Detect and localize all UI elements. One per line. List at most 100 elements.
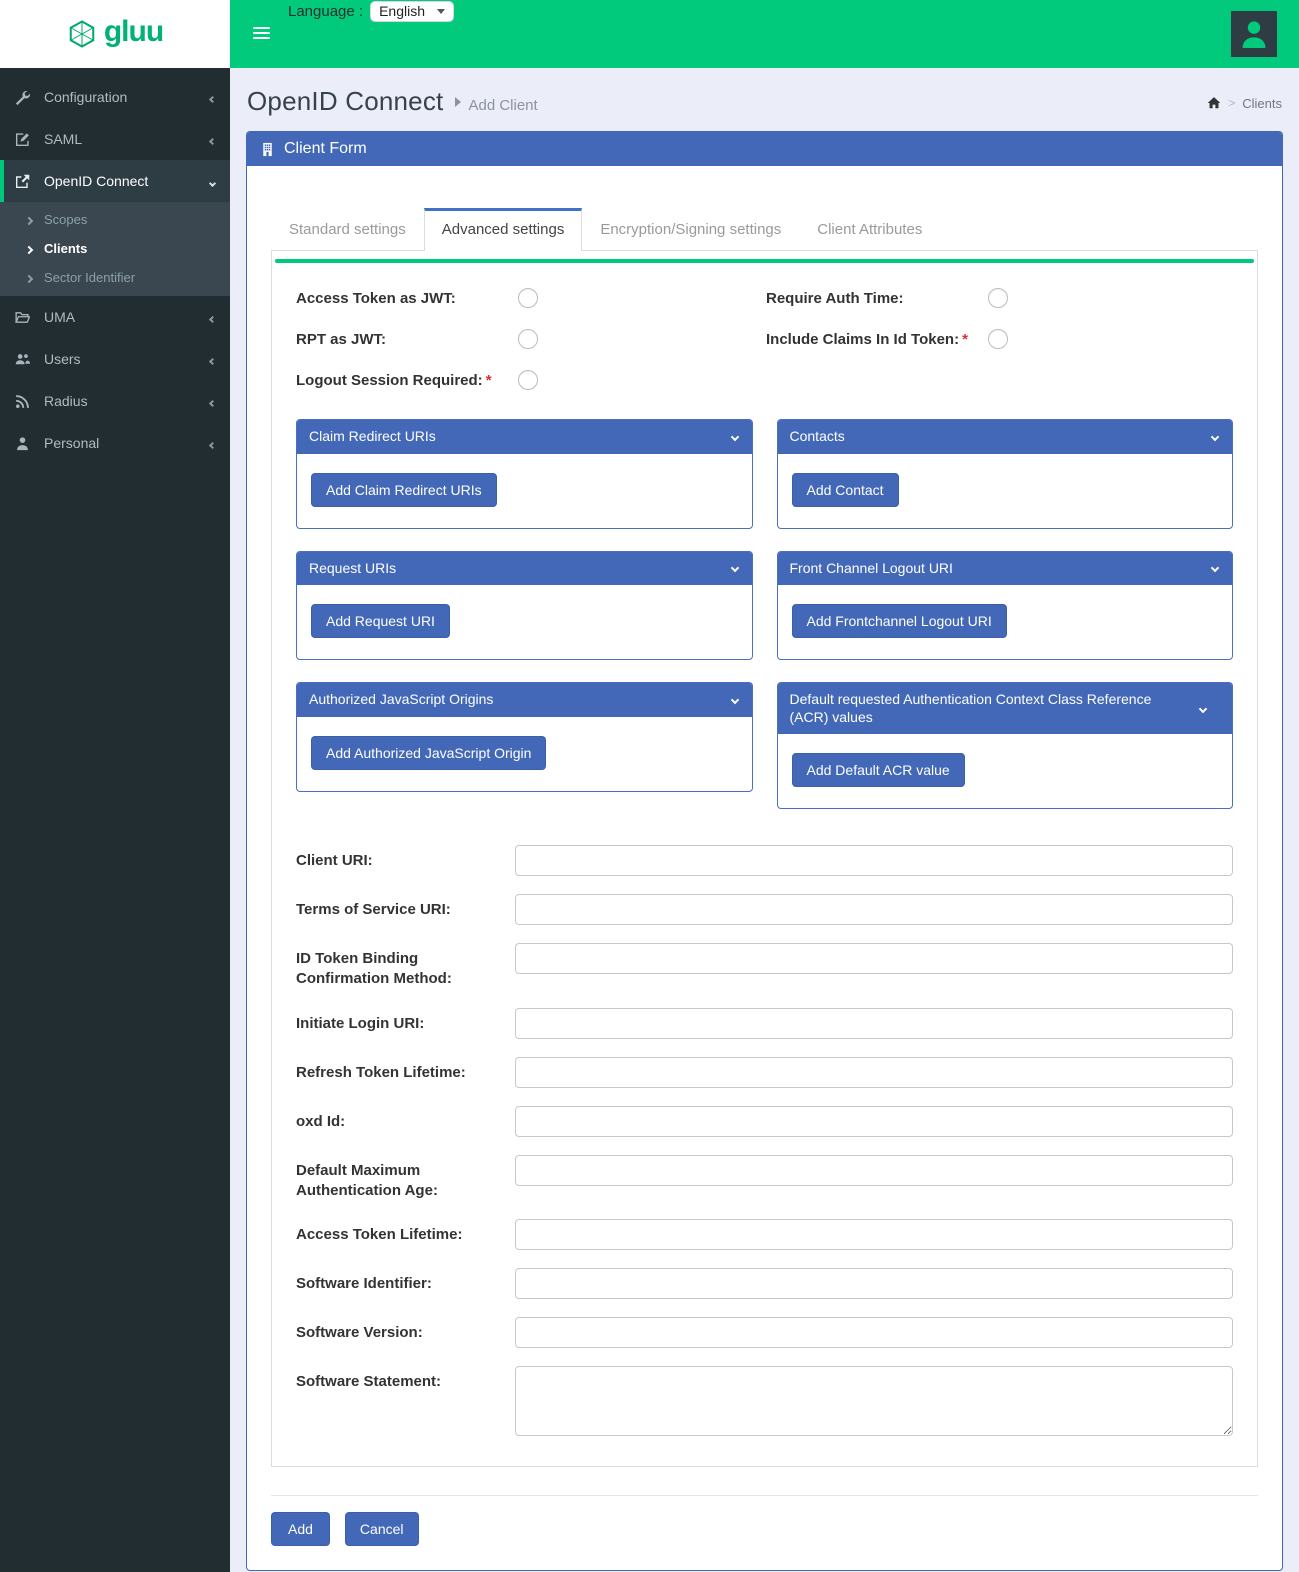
contacts-section: Contacts Add Contact xyxy=(776,419,1233,529)
sidebar-item-scopes[interactable]: Scopes xyxy=(0,205,230,234)
client-form-panel: Client Form Standard settings Advanced s… xyxy=(246,131,1283,1571)
chevron-down-icon xyxy=(730,432,739,441)
default-acr-values-header[interactable]: Default requested Authentication Context… xyxy=(777,683,1232,734)
refresh-token-lifetime-input[interactable] xyxy=(515,1056,1233,1088)
sidebar-item-personal[interactable]: Personal xyxy=(0,422,230,464)
field-row: Access Token Lifetime: xyxy=(296,1219,1233,1250)
sidebar-item-label: Configuration xyxy=(44,89,128,105)
tab-encryption-signing-settings[interactable]: Encryption/Signing settings xyxy=(582,208,799,250)
contacts-header[interactable]: Contacts xyxy=(777,420,1232,454)
authorized-javascript-origins-header[interactable]: Authorized JavaScript Origins xyxy=(297,683,752,717)
breadcrumb-current: Clients xyxy=(1242,95,1282,111)
chevron-right-icon xyxy=(24,241,34,256)
person-icon xyxy=(15,436,33,451)
client-uri-input[interactable] xyxy=(515,845,1233,876)
add-default-acr-value-button[interactable]: Add Default ACR value xyxy=(791,753,965,787)
language-label: Language : xyxy=(288,3,364,20)
front-channel-logout-uri-header[interactable]: Front Channel Logout URI xyxy=(777,551,1232,585)
claim-redirect-uris-header[interactable]: Claim Redirect URIs xyxy=(297,420,752,454)
top-header: Language : English xyxy=(230,0,1299,68)
home-icon[interactable] xyxy=(1207,96,1221,110)
access-token-as-jwt-toggle[interactable] xyxy=(518,288,538,308)
sidebar-item-openid-connect[interactable]: OpenID Connect xyxy=(0,160,230,202)
collapsible-sections: Claim Redirect URIs Add Claim Redirect U… xyxy=(296,419,1233,809)
software-version-label: Software Version: xyxy=(296,1324,423,1341)
sidebar-menu: Configuration SAML OpenID Connect Scopes… xyxy=(0,68,230,464)
default-maximum-authentication-age-label: Default Maximum Authentication Age: xyxy=(296,1161,438,1199)
section-title: Authorized JavaScript Origins xyxy=(309,691,494,707)
brand-name: gluu xyxy=(103,15,164,48)
main-content: OpenID Connect Add Client > Clients Clie… xyxy=(230,68,1299,1571)
initiate-login-uri-input[interactable] xyxy=(515,1007,1233,1039)
sidebar-item-radius[interactable]: Radius xyxy=(0,380,230,422)
id-token-binding-confirmation-method-label: ID Token Binding Confirmation Method: xyxy=(296,950,452,988)
request-uris-header[interactable]: Request URIs xyxy=(297,551,752,585)
wrench-icon xyxy=(15,90,33,105)
add-claim-redirect-uris-button[interactable]: Add Claim Redirect URIs xyxy=(311,472,497,507)
page-header: OpenID Connect Add Client > Clients xyxy=(230,68,1299,129)
sidebar-item-clients[interactable]: Clients xyxy=(0,234,230,263)
submenu-item-label: Clients xyxy=(44,241,88,256)
language-select[interactable]: English xyxy=(370,1,454,22)
client-uri-label: Client URI: xyxy=(296,852,373,869)
add-authorized-javascript-origin-button[interactable]: Add Authorized JavaScript Origin xyxy=(311,735,547,770)
initiate-login-uri-label: Initiate Login URI: xyxy=(296,1014,425,1032)
oxd-id-input[interactable] xyxy=(515,1105,1233,1137)
select-caret-icon xyxy=(437,8,445,14)
edit-icon xyxy=(15,132,33,147)
chevron-left-icon xyxy=(208,309,217,325)
sidebar-item-users[interactable]: Users xyxy=(0,338,230,380)
brand-logo[interactable]: gluu xyxy=(0,0,230,68)
include-claims-in-id-token-toggle[interactable] xyxy=(988,329,1008,349)
field-row: Initiate Login URI: xyxy=(296,1007,1233,1039)
sidebar-item-uma[interactable]: UMA xyxy=(0,296,230,338)
terms-of-service-uri-input[interactable] xyxy=(515,894,1233,925)
sidebar-item-configuration[interactable]: Configuration xyxy=(0,76,230,118)
required-asterisk: * xyxy=(962,330,968,348)
include-claims-in-id-token-label: Include Claims In Id Token: * xyxy=(766,330,968,348)
toggle-row: Logout Session Required: * xyxy=(296,369,766,391)
software-version-input[interactable] xyxy=(515,1317,1233,1348)
sidebar-item-label: SAML xyxy=(44,131,83,147)
chevron-left-icon xyxy=(208,351,217,367)
logout-session-required-toggle[interactable] xyxy=(518,370,538,390)
submenu-item-label: Scopes xyxy=(44,212,88,227)
add-frontchannel-logout-uri-button[interactable]: Add Frontchannel Logout URI xyxy=(791,604,1007,638)
rpt-as-jwt-toggle[interactable] xyxy=(518,329,538,349)
sidebar-item-saml[interactable]: SAML xyxy=(0,118,230,160)
cancel-button[interactable]: Cancel xyxy=(344,1512,419,1546)
software-identifier-input[interactable] xyxy=(515,1268,1233,1299)
add-contact-button[interactable]: Add Contact xyxy=(791,472,899,507)
front-channel-logout-uri-section: Front Channel Logout URI Add Frontchanne… xyxy=(776,550,1233,660)
tab-client-attributes[interactable]: Client Attributes xyxy=(799,208,940,250)
section-title: Front Channel Logout URI xyxy=(789,559,953,576)
software-statement-textarea[interactable] xyxy=(515,1366,1233,1436)
hamburger-menu-icon[interactable] xyxy=(253,27,270,42)
access-token-lifetime-input[interactable] xyxy=(515,1219,1233,1250)
form-icon xyxy=(263,142,272,156)
tab-advanced-settings[interactable]: Advanced settings xyxy=(423,208,583,251)
access-token-as-jwt-label: Access Token as JWT: xyxy=(296,289,456,307)
toggle-row: Access Token as JWT: xyxy=(296,287,766,309)
add-button[interactable]: Add xyxy=(271,1512,330,1546)
sidebar-item-label: OpenID Connect xyxy=(44,173,149,189)
id-token-binding-confirmation-method-input[interactable] xyxy=(515,943,1233,974)
default-maximum-authentication-age-input[interactable] xyxy=(515,1154,1233,1186)
submenu-item-label: Sector Identifier xyxy=(44,270,136,285)
sidebar-item-sector-identifier[interactable]: Sector Identifier xyxy=(0,263,230,292)
field-row: oxd Id: xyxy=(296,1105,1233,1137)
terms-of-service-uri-label: Terms of Service URI: xyxy=(296,901,451,918)
form-actions: Add Cancel xyxy=(271,1495,1258,1546)
user-avatar[interactable] xyxy=(1231,11,1277,57)
tab-standard-settings[interactable]: Standard settings xyxy=(271,208,424,250)
sidebar: gluu Configuration SAML OpenID Connect S… xyxy=(0,0,230,1572)
chevron-left-icon xyxy=(208,435,217,451)
external-link-icon xyxy=(15,174,33,189)
page-title: OpenID Connect xyxy=(247,86,444,116)
add-request-uri-button[interactable]: Add Request URI xyxy=(311,604,450,638)
field-row: Software Version: xyxy=(296,1317,1233,1348)
sidebar-section-openid: OpenID Connect Scopes Clients Sector Ide… xyxy=(0,160,230,296)
field-row: Terms of Service URI: xyxy=(296,894,1233,925)
require-auth-time-toggle[interactable] xyxy=(988,288,1008,308)
refresh-token-lifetime-label: Refresh Token Lifetime: xyxy=(296,1063,466,1081)
